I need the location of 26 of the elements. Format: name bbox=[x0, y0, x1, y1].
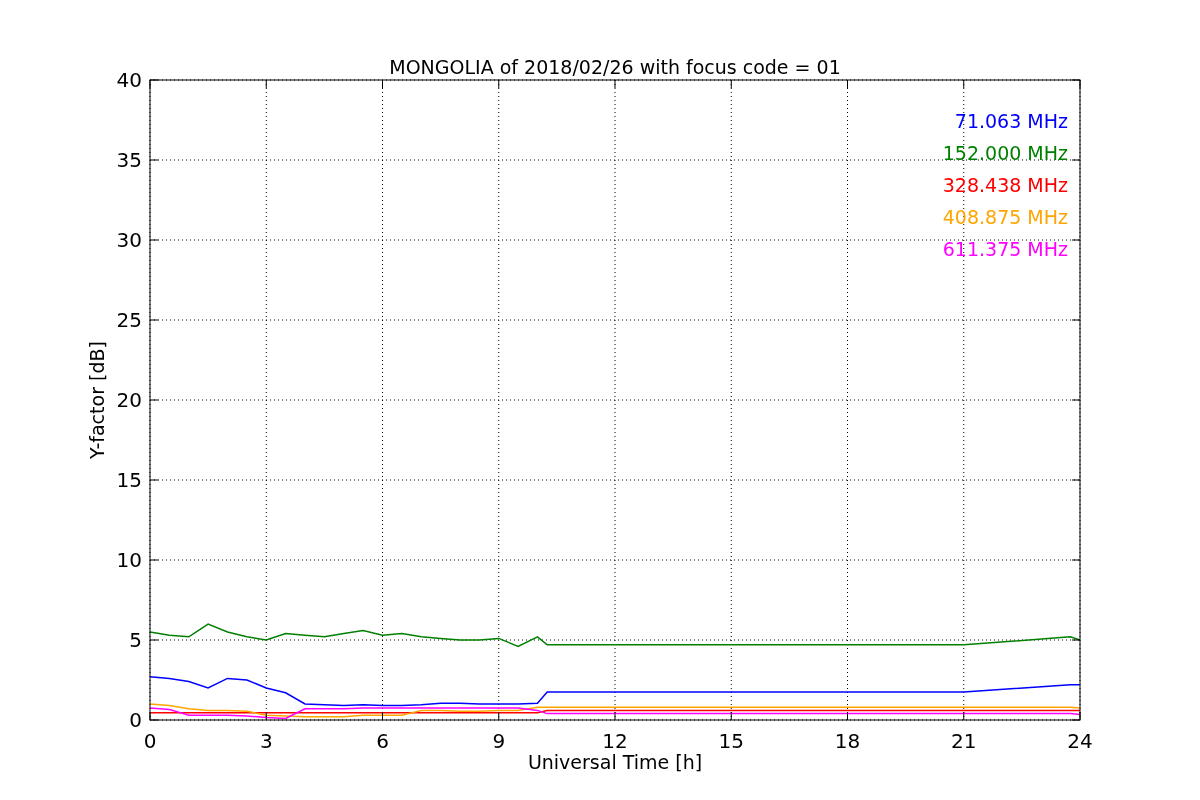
y-tick-label: 25 bbox=[116, 308, 142, 332]
y-tick-label: 30 bbox=[116, 228, 142, 252]
x-tick-label: 21 bbox=[951, 729, 977, 753]
chart-title: MONGOLIA of 2018/02/26 with focus code = 01 bbox=[389, 56, 841, 78]
x-tick-label: 6 bbox=[376, 729, 389, 753]
x-axis-label: Universal Time [h] bbox=[527, 751, 703, 773]
y-axis-label: Y-factor [dB] bbox=[86, 341, 108, 459]
legend-label: 71.063 MHz bbox=[954, 110, 1068, 132]
legend-label: 408.875 MHz bbox=[942, 206, 1068, 228]
y-tick-label: 20 bbox=[116, 388, 142, 412]
x-tick-label: 0 bbox=[143, 729, 157, 753]
x-tick-label: 9 bbox=[492, 729, 506, 753]
legend-label: 611.375 MHz bbox=[942, 238, 1068, 260]
legend-label: 328.438 MHz bbox=[942, 174, 1068, 196]
legend-label: 152.000 MHz bbox=[942, 142, 1068, 164]
y-tick-label: 5 bbox=[129, 628, 142, 652]
y-tick-label: 40 bbox=[116, 68, 142, 92]
y-tick-label: 0 bbox=[129, 708, 142, 732]
x-tick-label: 24 bbox=[1067, 729, 1093, 753]
y-tick-label: 35 bbox=[116, 148, 142, 172]
x-tick-label: 15 bbox=[718, 729, 744, 753]
y-tick-label: 15 bbox=[116, 468, 142, 492]
x-tick-label: 18 bbox=[834, 729, 861, 753]
x-tick-label: 3 bbox=[259, 729, 273, 753]
x-tick-label: 12 bbox=[602, 729, 628, 753]
y-tick-label: 10 bbox=[116, 548, 142, 572]
